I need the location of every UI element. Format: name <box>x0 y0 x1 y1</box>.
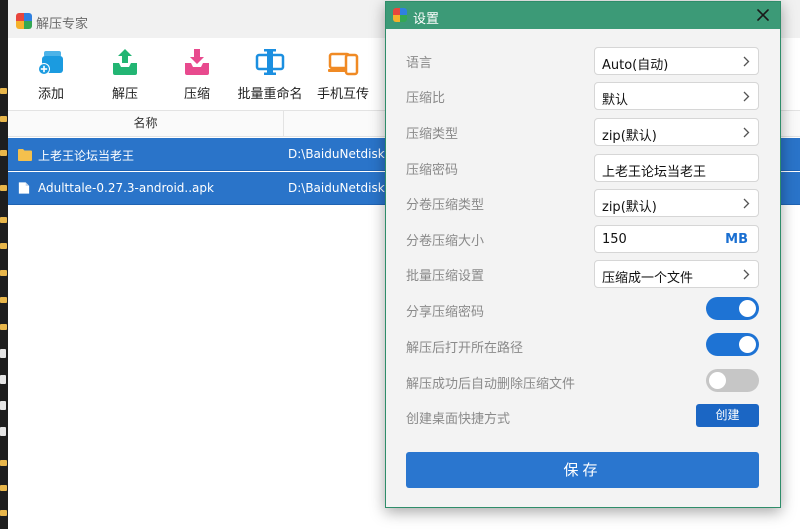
volume-type-select[interactable]: zip(默认) <box>594 189 759 217</box>
file-icon <box>18 182 30 194</box>
add-icon <box>38 51 63 75</box>
compress-icon <box>185 49 209 75</box>
setting-label-auto-delete: 解压成功后自动删除压缩文件 <box>406 377 576 392</box>
batch-rename-label: 批量重命名 <box>237 87 303 102</box>
share-password-toggle[interactable] <box>706 297 759 320</box>
extract-button[interactable]: 解压 <box>85 46 165 102</box>
setting-label-volume-type: 分卷压缩类型 <box>406 198 485 213</box>
extract-label: 解压 <box>111 87 138 102</box>
volume-size-value: 150 <box>602 232 627 247</box>
desktop-folder-icon <box>0 185 7 191</box>
desktop-folder-icon <box>0 150 7 156</box>
desktop-file-icon <box>0 401 6 410</box>
setting-label-batch: 批量压缩设置 <box>406 269 485 284</box>
create-shortcut-button[interactable]: 创建 <box>696 404 759 427</box>
batch-rename-icon <box>255 49 285 75</box>
desktop-folder-icon <box>0 324 7 330</box>
settings-dialog: 设置 语言 Auto(自动) 压缩比 默认 压缩类型 zip(默认) 压缩密码 … <box>385 1 781 508</box>
batch-compression-select[interactable]: 压缩成一个文件 <box>594 260 759 288</box>
desktop-file-icon <box>0 349 6 358</box>
compression-ratio-select[interactable]: 默认 <box>594 82 759 110</box>
chevron-right-icon <box>743 127 750 138</box>
compress-label: 压缩 <box>183 87 210 102</box>
auto-delete-toggle[interactable] <box>706 369 759 392</box>
phone-transfer-label: 手机互传 <box>316 87 369 102</box>
app-title: 解压专家 <box>36 17 89 32</box>
toggle-knob <box>739 300 756 317</box>
settings-title: 设置 <box>413 12 440 27</box>
setting-label-language: 语言 <box>406 56 433 71</box>
volume-type-value: zip(默认) <box>602 200 657 215</box>
folder-icon <box>18 149 32 161</box>
volume-size-input[interactable]: 150 MB <box>594 225 759 253</box>
setting-label-compression-type: 压缩类型 <box>406 127 459 142</box>
desktop-folder-icon <box>0 116 7 122</box>
app-logo-icon <box>393 8 407 22</box>
desktop-folder-icon <box>0 88 7 94</box>
toggle-knob <box>709 372 726 389</box>
setting-label-volume-size: 分卷压缩大小 <box>406 234 485 249</box>
compression-type-select[interactable]: zip(默认) <box>594 118 759 146</box>
add-button[interactable]: 添加 <box>11 46 91 102</box>
compression-password-value: 上老王论坛当老王 <box>602 165 707 180</box>
language-value: Auto(自动) <box>602 58 669 73</box>
toggle-knob <box>739 336 756 353</box>
add-label: 添加 <box>37 87 64 102</box>
setting-label-open-path: 解压后打开所在路径 <box>406 341 524 356</box>
setting-label-shortcut: 创建桌面快捷方式 <box>406 412 511 427</box>
file-name: Adulttale-0.27.3-android..apk <box>38 181 214 195</box>
batch-rename-button[interactable]: 批量重命名 <box>230 46 310 102</box>
save-button[interactable]: 保存 <box>406 452 759 488</box>
language-select[interactable]: Auto(自动) <box>594 47 759 75</box>
chevron-right-icon <box>743 269 750 280</box>
chevron-right-icon <box>743 198 750 209</box>
app-logo-icon <box>16 13 32 29</box>
chevron-right-icon <box>743 56 750 67</box>
setting-label-password: 压缩密码 <box>406 163 459 178</box>
phone-transfer-button[interactable]: 手机互传 <box>303 46 383 102</box>
desktop-file-icon <box>0 427 6 436</box>
file-name: 上老王论坛当老王 <box>38 149 135 163</box>
desktop-folder-icon <box>0 243 7 249</box>
desktop-folder-icon <box>0 217 7 223</box>
settings-body: 语言 Auto(自动) 压缩比 默认 压缩类型 zip(默认) 压缩密码 上老王… <box>386 29 780 507</box>
desktop-edge <box>0 0 8 529</box>
chevron-right-icon <box>743 91 750 102</box>
column-name-header[interactable]: 名称 <box>8 111 284 136</box>
desktop-file-icon <box>0 375 6 384</box>
close-icon[interactable] <box>752 4 774 26</box>
desktop-folder-icon <box>0 270 7 276</box>
compress-button[interactable]: 压缩 <box>157 46 237 102</box>
batch-compression-value: 压缩成一个文件 <box>602 271 694 286</box>
setting-label-compression-ratio: 压缩比 <box>406 91 446 106</box>
desktop-folder-icon <box>0 510 7 516</box>
desktop-folder-icon <box>0 460 7 466</box>
volume-size-unit: MB <box>725 232 748 247</box>
desktop-folder-icon <box>0 485 7 491</box>
extract-icon <box>113 49 137 75</box>
compression-ratio-value: 默认 <box>602 93 629 108</box>
setting-label-share-password: 分享压缩密码 <box>406 305 485 320</box>
desktop-folder-icon <box>0 297 7 303</box>
compression-type-value: zip(默认) <box>602 129 657 144</box>
settings-titlebar[interactable]: 设置 <box>386 2 780 29</box>
open-path-toggle[interactable] <box>706 333 759 356</box>
compression-password-input[interactable]: 上老王论坛当老王 <box>594 154 759 182</box>
phone-transfer-icon <box>328 52 359 76</box>
